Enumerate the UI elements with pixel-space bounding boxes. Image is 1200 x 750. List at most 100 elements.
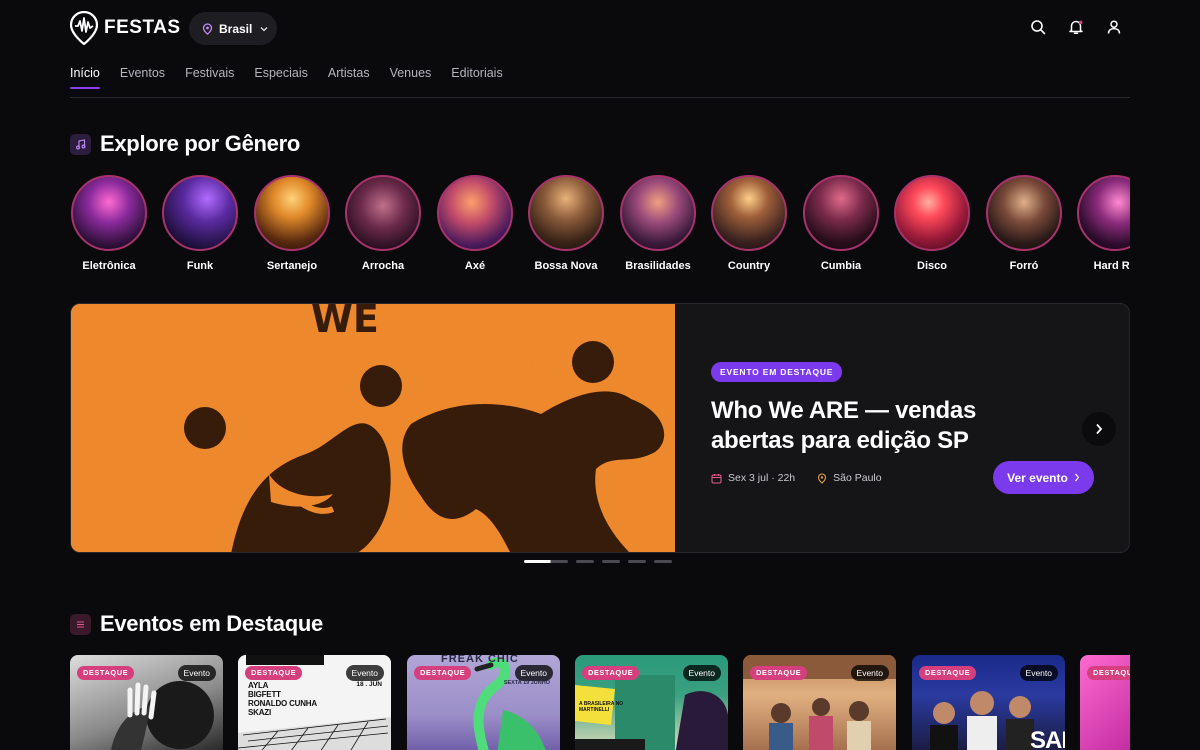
- chevron-right-icon: [1074, 473, 1080, 482]
- event-card[interactable]: DESTAQUE Evento AYLA BIGFETT RONALDO CUN…: [238, 655, 391, 750]
- top-header: FESTAS Brasil: [70, 0, 1130, 56]
- genre-forro[interactable]: Forró: [985, 175, 1063, 272]
- genre-image: [71, 175, 147, 251]
- event-type: Evento: [1019, 665, 1058, 681]
- event-type: Evento: [345, 665, 384, 681]
- event-lineup: AYLA BIGFETT RONALDO CUNHA SKAZI: [248, 681, 317, 717]
- carousel-dot[interactable]: [654, 560, 672, 563]
- carousel-pagination: [524, 560, 672, 563]
- user-icon[interactable]: [1106, 19, 1122, 35]
- carousel-dot[interactable]: [602, 560, 620, 563]
- event-card[interactable]: DESTAQUE Evento: [70, 655, 223, 750]
- genre-eletronica[interactable]: Eletrônica: [70, 175, 148, 272]
- event-card[interactable]: DESTAQUE Evento: [743, 655, 896, 750]
- genre-bossa-nova[interactable]: Bossa Nova: [527, 175, 605, 272]
- tab-artistas[interactable]: Artistas: [328, 62, 370, 98]
- view-event-label: Ver evento: [1007, 470, 1068, 485]
- event-tag: DESTAQUE: [245, 666, 303, 680]
- genre-image: [345, 175, 421, 251]
- event-card[interactable]: DESTAQUE: [1080, 655, 1130, 750]
- tab-festivais[interactable]: Festivais: [185, 62, 234, 98]
- events-section-title: Eventos em Destaque: [100, 611, 323, 636]
- events-section-header: Eventos em Destaque: [70, 611, 323, 637]
- featured-event-banner[interactable]: WE EVENTO EM DESTAQUE Who We ARE — venda…: [70, 303, 1130, 553]
- featured-event-date: Sex 3 jul · 22h: [728, 472, 796, 484]
- event-tag: DESTAQUE: [582, 666, 640, 680]
- tab-especiais[interactable]: Especiais: [254, 62, 308, 98]
- location-pin-icon: [202, 22, 213, 35]
- genre-label: Arrocha: [361, 260, 405, 272]
- genre-label: Funk: [186, 260, 214, 272]
- chevron-down-icon: [260, 26, 268, 31]
- location-selector[interactable]: Brasil: [189, 12, 277, 45]
- carousel-dot[interactable]: [576, 560, 594, 563]
- genre-label: Forró: [1009, 260, 1039, 272]
- tab-inicio[interactable]: Início: [70, 62, 100, 98]
- genre-label: Disco: [917, 260, 947, 272]
- genre-disco[interactable]: Disco: [893, 175, 971, 272]
- calendar-icon: [711, 473, 722, 484]
- genre-image: [254, 175, 330, 251]
- genre-image: [437, 175, 513, 251]
- genre-brasilidades[interactable]: Brasilidades: [619, 175, 697, 272]
- header-actions: [1030, 19, 1122, 35]
- event-date: SEXTA 19 JUNHO: [503, 680, 550, 686]
- carousel-dot-active[interactable]: [524, 560, 568, 563]
- brand-logo[interactable]: FESTAS: [70, 11, 181, 45]
- brand-name: FESTAS: [104, 17, 181, 38]
- genre-image: [711, 175, 787, 251]
- event-card[interactable]: FREAK CHIC DESTAQUE Evento SEXTA 19 JUNH…: [407, 655, 560, 750]
- genre-label: Bossa Nova: [534, 260, 598, 272]
- genre-label: Hard Ro: [1093, 260, 1130, 272]
- genre-image: [620, 175, 696, 251]
- genre-label: Eletrônica: [82, 260, 136, 272]
- music-note-icon: [70, 133, 91, 155]
- genre-carousel: Eletrônica Funk Sertanejo Arrocha Axé Bo…: [70, 175, 1130, 280]
- genre-label: Country: [727, 260, 771, 272]
- genre-label: Brasilidades: [625, 260, 691, 272]
- list-icon: [70, 613, 91, 635]
- genres-section-header: Explore por Gênero: [70, 131, 300, 157]
- event-card[interactable]: DESTAQUE Evento SAN: [912, 655, 1065, 750]
- tab-venues[interactable]: Venues: [390, 62, 432, 98]
- featured-event-meta: Sex 3 jul · 22h São Paulo: [711, 472, 882, 484]
- event-tag: DESTAQUE: [414, 666, 472, 680]
- logo-pin-icon: [70, 11, 98, 45]
- genre-label: Axé: [464, 260, 486, 272]
- featured-badge: EVENTO EM DESTAQUE: [711, 362, 843, 382]
- genre-country[interactable]: Country: [710, 175, 788, 272]
- search-icon[interactable]: [1030, 19, 1046, 35]
- event-type: Evento: [177, 665, 216, 681]
- featured-event-artwork: WE: [71, 304, 675, 552]
- genre-hard-rock[interactable]: Hard Ro: [1076, 175, 1130, 272]
- genre-cumbia[interactable]: Cumbia: [802, 175, 880, 272]
- view-event-button[interactable]: Ver evento: [993, 461, 1094, 494]
- genre-image: [1077, 175, 1130, 251]
- featured-event-place: São Paulo: [833, 472, 882, 484]
- event-title-art: SAN: [1030, 727, 1065, 750]
- event-type: Evento: [682, 665, 721, 681]
- genre-funk[interactable]: Funk: [161, 175, 239, 272]
- carousel-dot[interactable]: [628, 560, 646, 563]
- carousel-next-button[interactable]: [1082, 412, 1116, 446]
- featured-events-carousel: DESTAQUE Evento DESTAQUE Evento AYLA BIG…: [70, 655, 1130, 750]
- genre-image: [528, 175, 604, 251]
- genre-arrocha[interactable]: Arrocha: [344, 175, 422, 272]
- genre-image: [986, 175, 1062, 251]
- chevron-right-icon: [1096, 423, 1103, 435]
- event-card[interactable]: DESTAQUE Evento A BRASILEIRA NO MARTINEL…: [575, 655, 728, 750]
- tab-editoriais[interactable]: Editoriais: [451, 62, 502, 98]
- bell-icon[interactable]: [1068, 19, 1084, 35]
- featured-event-title[interactable]: Who We ARE — vendas abertas para edição …: [711, 396, 1041, 456]
- genre-axe[interactable]: Axé: [436, 175, 514, 272]
- genre-image: [894, 175, 970, 251]
- genre-sertanejo[interactable]: Sertanejo: [253, 175, 331, 272]
- genres-section-title: Explore por Gênero: [100, 131, 300, 156]
- tab-eventos[interactable]: Eventos: [120, 62, 165, 98]
- event-venue-art: A BRASILEIRA NO MARTINELLI: [579, 701, 624, 713]
- genre-image: [803, 175, 879, 251]
- event-date: 18 . JUN: [356, 681, 382, 688]
- event-tag: DESTAQUE: [750, 666, 808, 680]
- event-tag: DESTAQUE: [1087, 666, 1130, 680]
- event-tag: DESTAQUE: [77, 666, 135, 680]
